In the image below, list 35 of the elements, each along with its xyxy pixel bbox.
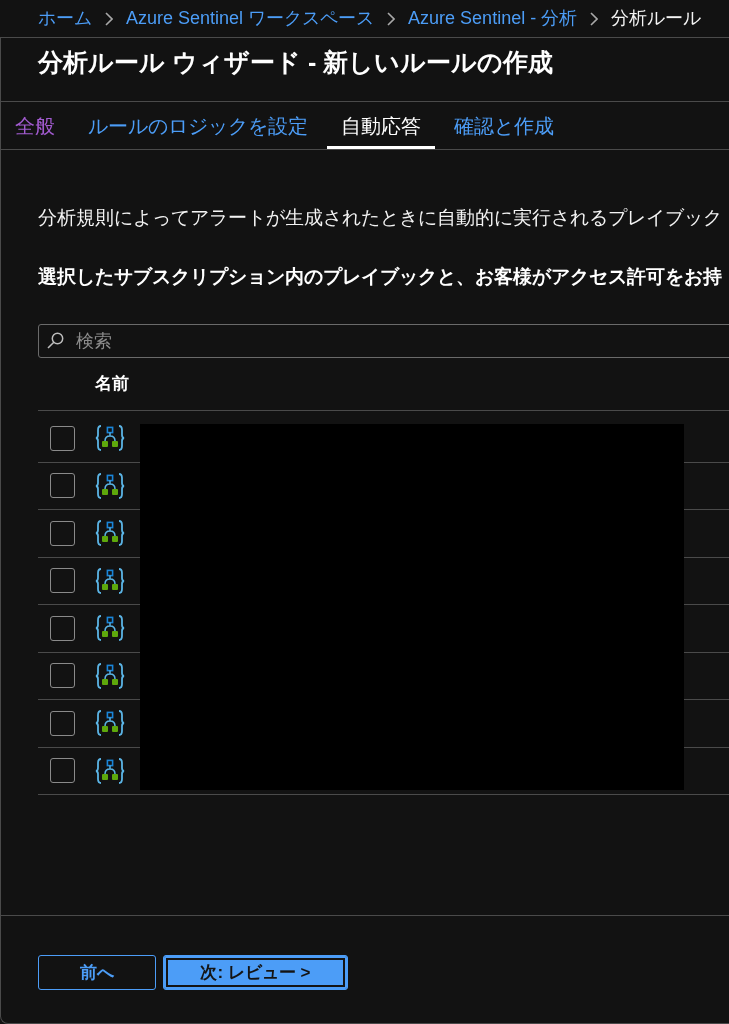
row-checkbox[interactable]: [50, 425, 75, 451]
search-field[interactable]: 検索: [38, 324, 729, 358]
row-checkbox[interactable]: [50, 568, 75, 594]
braces-branch-icon: [95, 520, 125, 547]
column-header: 名前: [95, 373, 129, 396]
previous-button[interactable]: 前へ: [38, 955, 156, 990]
note-text: 選択したサブスクリプション内のプレイブックと、お客様がアクセス許可をお持: [38, 265, 723, 289]
braces-branch-icon: [95, 472, 125, 499]
braces-branch-icon: [95, 662, 125, 689]
row-checkbox[interactable]: [50, 710, 75, 736]
wizard-tab[interactable]: ルールのロジックを設定: [74, 102, 322, 149]
braces-branch-icon: [95, 567, 125, 594]
search-icon: [47, 332, 64, 349]
braces-branch-icon: [95, 615, 125, 642]
chevron-right-icon: [387, 11, 396, 26]
row-checkbox[interactable]: [50, 520, 75, 546]
breadcrumb-link[interactable]: Azure Sentinel ワークスペース: [126, 5, 375, 32]
row-checkbox[interactable]: [50, 758, 75, 784]
chevron-right-icon: [105, 11, 113, 26]
chevron-right-icon: [590, 11, 599, 26]
wizard-tab[interactable]: 全般: [1, 102, 69, 149]
wizard-tab[interactable]: 確認と作成: [440, 102, 568, 149]
wizard-title: 分析ルール ウィザード - 新しいルールの作成: [38, 47, 554, 78]
breadcrumb-current: 分析ルール: [611, 7, 702, 30]
breadcrumb-link[interactable]: Azure Sentinel - 分析: [408, 5, 578, 32]
description-text: 分析規則によってアラートが生成されたときに自動的に実行されるプレイブック: [38, 206, 723, 230]
row-checkbox[interactable]: [50, 663, 75, 689]
wizard-tab[interactable]: 自動応答: [327, 102, 435, 149]
braces-branch-icon: [95, 425, 125, 452]
braces-branch-icon: [95, 710, 125, 737]
braces-branch-icon: [95, 757, 125, 784]
row-checkbox[interactable]: [50, 615, 75, 641]
next-button[interactable]: 次: レビュー >: [163, 955, 348, 990]
breadcrumb-link[interactable]: ホーム: [38, 5, 92, 32]
row-checkbox[interactable]: [50, 473, 75, 499]
